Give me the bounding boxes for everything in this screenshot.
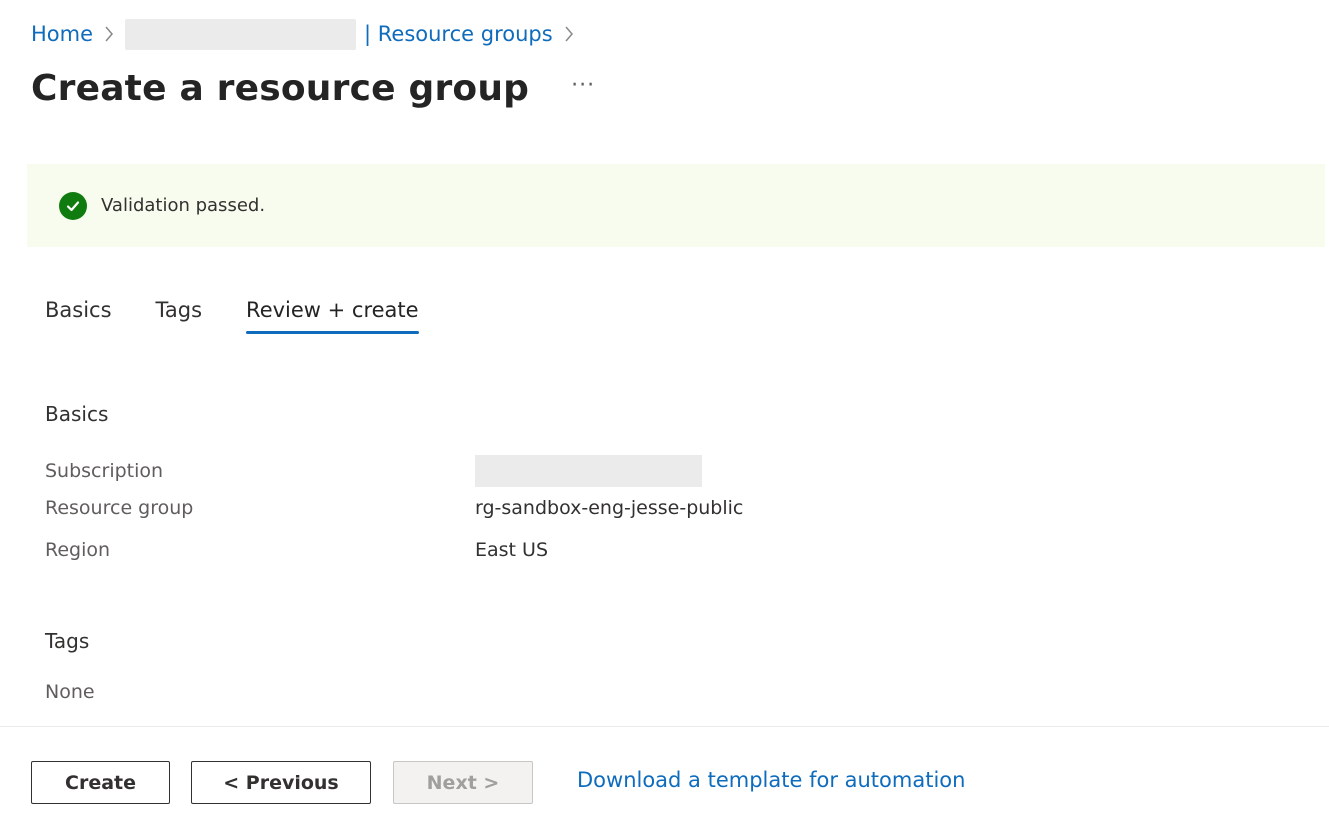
validation-message: Validation passed. <box>101 195 266 216</box>
tab-review-create[interactable]: Review + create <box>246 298 419 334</box>
more-options-icon[interactable]: ··· <box>571 74 595 97</box>
previous-button[interactable]: < Previous <box>191 761 371 804</box>
review-row-subscription: Subscription <box>45 455 702 487</box>
row-label: Subscription <box>45 460 164 482</box>
next-button[interactable]: Next > <box>393 761 533 804</box>
row-label: Region <box>45 539 111 561</box>
breadcrumb-resource-groups-link[interactable]: | Resource groups <box>364 22 553 46</box>
validation-banner: Validation passed. <box>27 164 1325 247</box>
chevron-right-icon <box>104 26 114 42</box>
create-resource-group-page: Home | Resource groups Create a resource… <box>0 0 1329 829</box>
chevron-right-icon <box>564 26 574 42</box>
subscription-value-redacted <box>475 455 702 487</box>
row-label: Resource group <box>45 497 194 519</box>
breadcrumb: Home | Resource groups <box>31 18 585 50</box>
tab-tags[interactable]: Tags <box>156 298 203 334</box>
row-value: East US <box>475 539 549 561</box>
download-template-link[interactable]: Download a template for automation <box>577 768 965 792</box>
review-row-region: Region East US <box>45 539 548 561</box>
title-row: Create a resource group ··· <box>31 68 595 109</box>
page-title: Create a resource group <box>31 68 530 109</box>
check-circle-icon <box>59 191 87 220</box>
tab-basics[interactable]: Basics <box>45 298 112 334</box>
wizard-tabs: Basics Tags Review + create <box>45 298 463 334</box>
footer-divider <box>0 726 1329 727</box>
basics-heading: Basics <box>45 402 109 426</box>
breadcrumb-redacted-subscription[interactable] <box>125 18 357 50</box>
tags-heading: Tags <box>45 629 90 653</box>
tags-value: None <box>45 681 95 703</box>
row-value: rg-sandbox-eng-jesse-public <box>475 497 744 519</box>
review-row-resource-group: Resource group rg-sandbox-eng-jesse-publ… <box>45 497 743 519</box>
breadcrumb-home-link[interactable]: Home <box>31 22 93 46</box>
create-button[interactable]: Create <box>31 761 170 804</box>
